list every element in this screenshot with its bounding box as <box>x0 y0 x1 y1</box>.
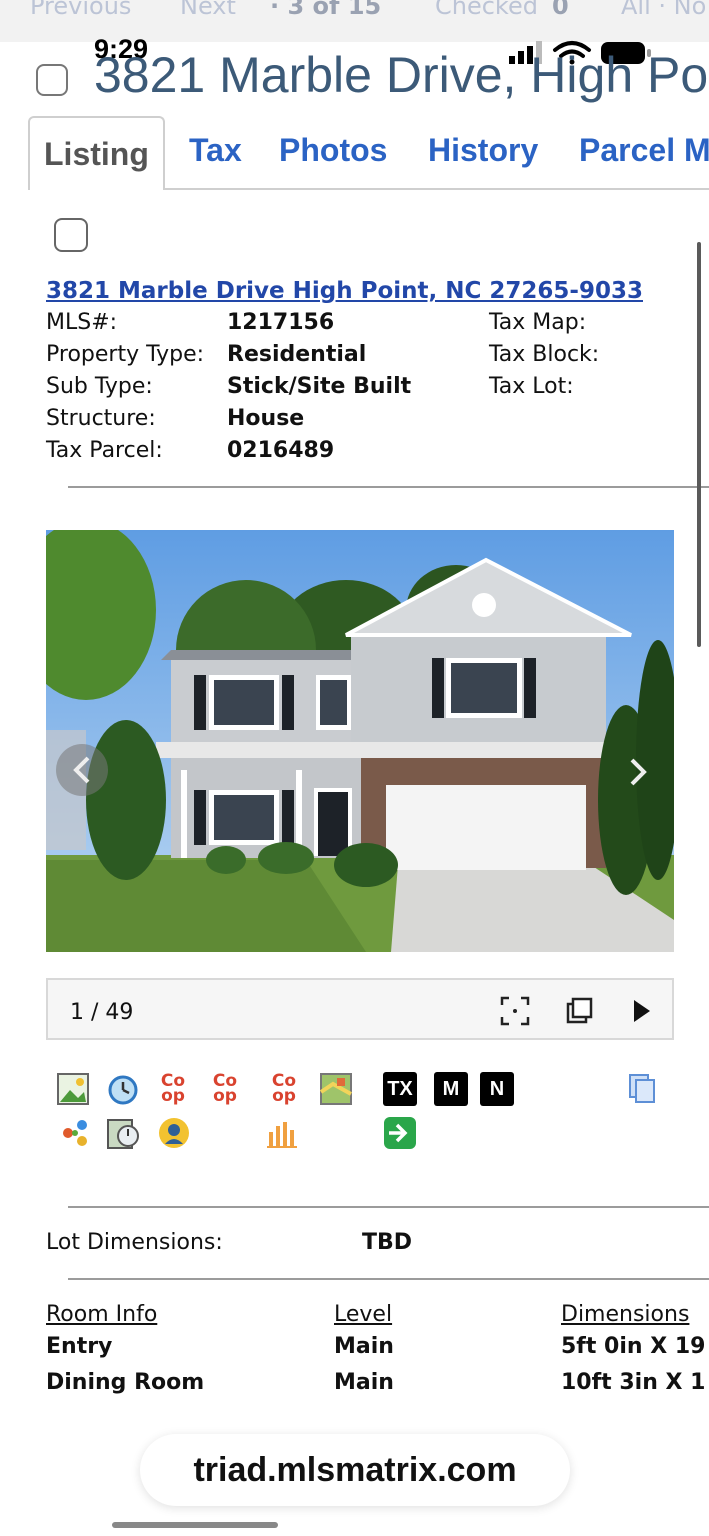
sub-type-value: Stick/Site Built <box>227 374 412 399</box>
tab-photos[interactable]: Photos <box>279 132 387 169</box>
address-link[interactable]: 3821 Marble Drive High Point, NC 27265-9… <box>46 278 643 304</box>
tab-history[interactable]: History <box>428 132 538 169</box>
divider <box>68 1206 709 1208</box>
prev-photo-icon <box>56 744 108 796</box>
popout-icon[interactable] <box>562 994 596 1028</box>
room-dimensions: 5ft 0in X 19 <box>561 1334 706 1359</box>
room-dimensions: 10ft 3in X 1 <box>561 1370 706 1395</box>
listing-photo[interactable] <box>46 530 674 952</box>
coop-icon[interactable]: Co op <box>208 1073 242 1105</box>
photo-counter: 1 / 49 <box>70 1000 134 1025</box>
next-link[interactable]: Next <box>180 0 236 20</box>
home-indicator[interactable] <box>112 1522 278 1528</box>
scrollbar[interactable] <box>697 242 701 647</box>
share-network-icon[interactable] <box>58 1116 92 1150</box>
tab-tax[interactable]: Tax <box>189 132 242 169</box>
divider <box>68 486 709 488</box>
property-type-value: Residential <box>227 342 367 367</box>
stats-chart-icon[interactable] <box>265 1116 299 1150</box>
room-name: Entry <box>46 1334 113 1359</box>
tx-icon[interactable]: TX <box>383 1072 417 1106</box>
structure-value: House <box>227 406 305 431</box>
property-type-label: Property Type: <box>46 342 205 367</box>
structure-label: Structure: <box>46 406 156 431</box>
coop-icon[interactable]: Co op <box>267 1073 301 1105</box>
lot-dimensions-label: Lot Dimensions: <box>46 1230 223 1255</box>
sub-type-label: Sub Type: <box>46 374 153 399</box>
tax-lot-label: Tax Lot: <box>489 374 574 399</box>
room-info-header: Room Info <box>46 1302 158 1327</box>
all-none-links[interactable]: All · No <box>621 0 706 20</box>
mls-value: 1217156 <box>227 310 335 335</box>
tax-parcel-label: Tax Parcel: <box>46 438 163 463</box>
checked-label[interactable]: Checked <box>435 0 538 20</box>
divider <box>68 1278 709 1280</box>
page-title: 3821 Marble Drive, High Po <box>94 47 709 103</box>
previous-link[interactable]: Previous <box>30 0 131 20</box>
gallery-controls: 1 / 49 <box>46 978 674 1040</box>
room-name: Dining Room <box>46 1370 205 1395</box>
photo-view-icon[interactable] <box>56 1072 90 1106</box>
m-icon[interactable]: M <box>434 1072 468 1106</box>
fullscreen-icon[interactable] <box>498 994 532 1028</box>
alarm-clock-icon[interactable] <box>106 1072 140 1106</box>
level-header: Level <box>334 1302 393 1327</box>
copy-pages-icon[interactable] <box>627 1072 661 1106</box>
schedule-icon[interactable] <box>106 1116 140 1150</box>
select-record-checkbox[interactable] <box>36 64 68 96</box>
tax-block-label: Tax Block: <box>489 342 600 367</box>
n-icon[interactable]: N <box>480 1072 514 1106</box>
tax-map-label: Tax Map: <box>489 310 587 335</box>
coop-icon[interactable]: Co op <box>156 1073 190 1105</box>
browser-url-bar[interactable]: triad.mlsmatrix.com <box>140 1434 570 1506</box>
listing-tabs: Listing Tax Photos History Parcel M <box>0 114 709 192</box>
listing-checkbox[interactable] <box>54 218 88 252</box>
tax-parcel-value: 0216489 <box>227 438 335 463</box>
checked-count: 0 <box>552 0 569 20</box>
mls-label: MLS#: <box>46 310 118 335</box>
tab-parcel-map[interactable]: Parcel M <box>579 132 709 169</box>
login-arrow-icon[interactable] <box>383 1116 417 1150</box>
play-slideshow-icon[interactable] <box>624 994 658 1028</box>
tab-listing[interactable]: Listing <box>28 116 165 190</box>
map-icon[interactable] <box>319 1072 353 1106</box>
dimensions-header: Dimensions <box>561 1302 690 1327</box>
room-level: Main <box>334 1334 394 1359</box>
record-position: · 3 of 15 <box>270 0 382 20</box>
agent-icon[interactable] <box>157 1116 191 1150</box>
room-level: Main <box>334 1370 394 1395</box>
lot-dimensions-value: TBD <box>362 1230 413 1255</box>
